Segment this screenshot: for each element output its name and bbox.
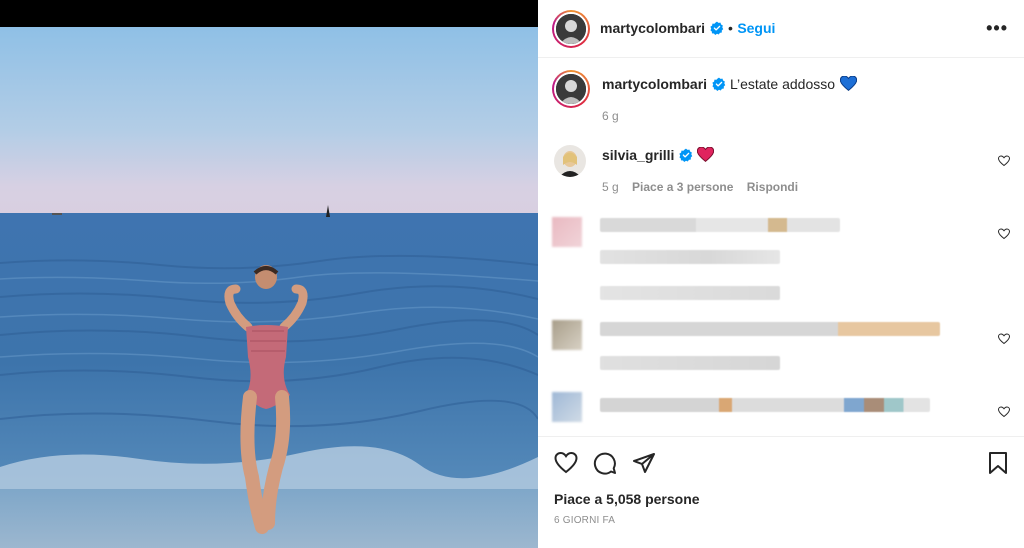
verified-badge-icon: [709, 21, 723, 35]
author-avatar[interactable]: [552, 10, 590, 48]
red-heart-icon: [697, 146, 715, 162]
comment-avatar[interactable]: [554, 145, 586, 177]
comment-like-heart-icon[interactable]: [998, 333, 1010, 345]
comment: silvia_grilli: [602, 146, 715, 165]
comment-icon[interactable]: [593, 451, 617, 475]
blue-heart-icon: [839, 75, 857, 91]
post-actions: Piace a 5,058 persone 6 GIORNI FA: [538, 436, 1024, 548]
caption-author[interactable]: martycolombari: [602, 76, 707, 92]
post-header: martycolombari • Segui •••: [538, 0, 1024, 58]
blurred-avatar: [552, 392, 582, 422]
post-photo: [0, 27, 538, 548]
more-options-icon[interactable]: •••: [986, 18, 1008, 39]
share-icon[interactable]: [632, 451, 656, 475]
caption-avatar[interactable]: [552, 70, 590, 108]
blurred-avatar: [552, 217, 582, 247]
reply-button[interactable]: Rispondi: [747, 180, 798, 194]
verified-badge-icon: [711, 77, 725, 91]
comment-like-heart-icon[interactable]: [998, 228, 1010, 240]
comment-time: 5 g: [602, 180, 619, 194]
verified-badge-icon: [679, 148, 693, 162]
post-panel: martycolombari • Segui ••• martycolombar…: [538, 0, 1024, 548]
like-heart-icon[interactable]: [554, 451, 578, 475]
follow-button[interactable]: Segui: [737, 20, 775, 36]
comment-author[interactable]: silvia_grilli: [602, 147, 674, 163]
caption-text: L’estate addosso: [729, 76, 836, 92]
separator-dot: •: [727, 20, 733, 36]
comment-likes[interactable]: Piace a 3 persone: [632, 180, 733, 194]
post-date: 6 GIORNI FA: [554, 515, 616, 526]
post-media[interactable]: [0, 0, 538, 548]
bookmark-icon[interactable]: [986, 451, 1010, 475]
comment-like-heart-icon[interactable]: [998, 406, 1010, 418]
caption: martycolombari L’estate addosso: [602, 75, 857, 94]
caption-time: 6 g: [602, 109, 619, 123]
author-username[interactable]: martycolombari: [600, 20, 705, 36]
comment-meta: 5 g Piace a 3 persone Rispondi: [602, 180, 798, 194]
comment-like-heart-icon[interactable]: [998, 155, 1010, 167]
blurred-avatar: [552, 320, 582, 350]
likes-count[interactable]: Piace a 5,058 persone: [554, 491, 700, 507]
